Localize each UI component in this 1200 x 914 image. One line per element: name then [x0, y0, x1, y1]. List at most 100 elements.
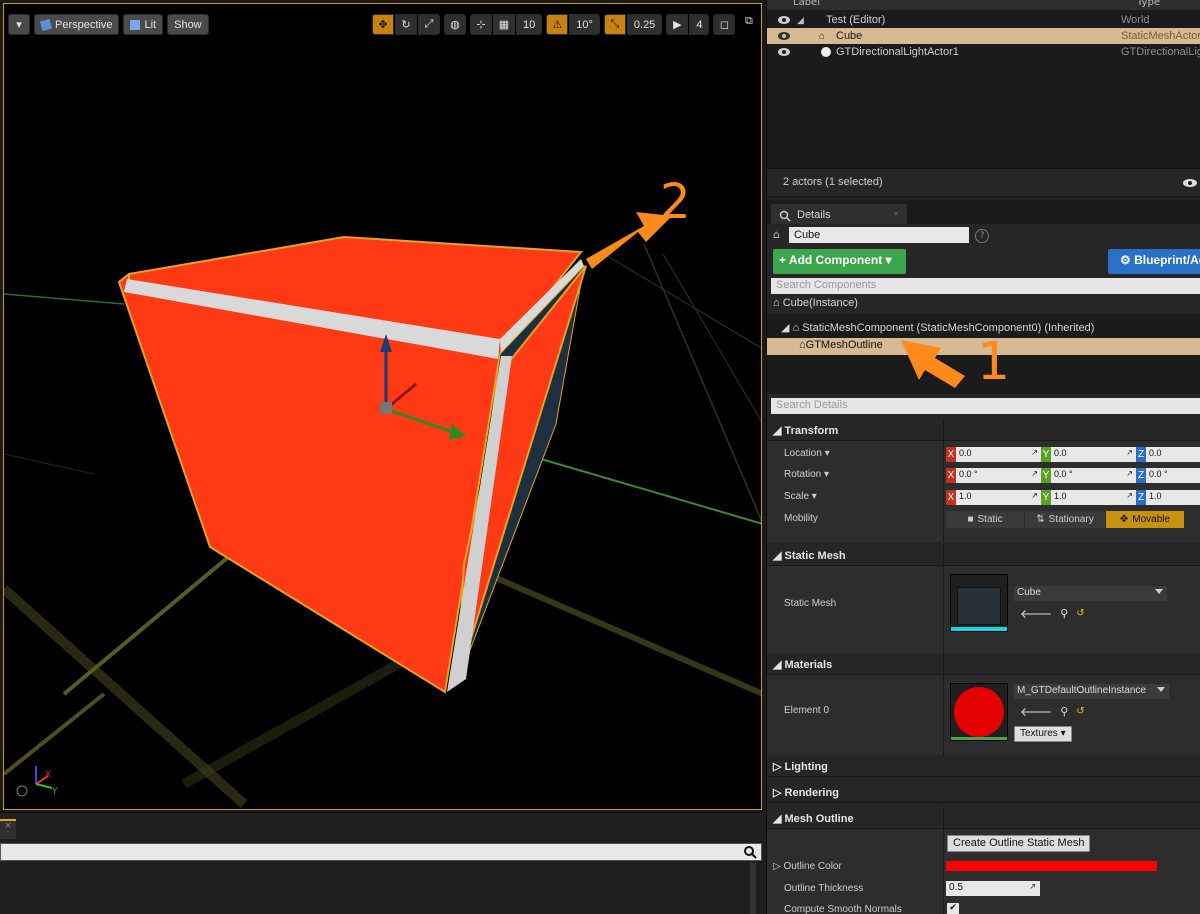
- eye-icon[interactable]: [777, 15, 791, 25]
- category-lighting[interactable]: ▷ Lighting: [767, 755, 1200, 777]
- grid-snap-icon[interactable]: ▦: [493, 14, 515, 35]
- annotation-arrow-1: [901, 340, 965, 388]
- add-component-button[interactable]: + Add Component ▾: [773, 249, 906, 274]
- category-static-mesh[interactable]: ◢ Static Mesh: [767, 544, 1200, 566]
- column-divider: [943, 419, 944, 542]
- chevron-down-icon: [1155, 589, 1163, 594]
- reset-to-default-icon[interactable]: ↺: [1076, 706, 1084, 717]
- component-root-instance[interactable]: ⌂ Cube(Instance): [767, 296, 1200, 313]
- create-outline-static-mesh-button[interactable]: Create Outline Static Mesh: [947, 835, 1091, 852]
- search-components-input[interactable]: Search Components: [771, 278, 1200, 294]
- annotation-number-1: 1: [977, 332, 1011, 392]
- browse-magnifier-icon[interactable]: ⚲: [1060, 705, 1068, 718]
- eye-icon[interactable]: [777, 47, 791, 57]
- details-tab[interactable]: Details ×: [771, 204, 907, 224]
- axis-indicator: X Y: [16, 766, 58, 797]
- scale-z-field[interactable]: Z 1.0: [1136, 490, 1200, 505]
- camera-speed-value[interactable]: 4: [689, 14, 710, 35]
- help-icon[interactable]: ?: [975, 229, 989, 243]
- rotation-label[interactable]: Rotation ▾: [784, 469, 829, 480]
- outline-color-swatch[interactable]: [946, 861, 1157, 871]
- spin-arrow-icon[interactable]: ↗: [1029, 882, 1036, 891]
- search-icon[interactable]: [743, 845, 757, 859]
- scale-y-field[interactable]: Y 1.0 ↗: [1041, 490, 1136, 505]
- mobility-stationary-button[interactable]: ⇅ Stationary: [1025, 511, 1105, 528]
- show-button[interactable]: Show: [167, 14, 209, 35]
- world-expand-icon[interactable]: ◢: [797, 15, 804, 26]
- outliner-row-cube[interactable]: ⌂ Cube StaticMeshActor: [767, 28, 1200, 44]
- category-mesh-outline[interactable]: ◢ Mesh Outline: [767, 807, 1200, 829]
- camera-speed-icon[interactable]: ▶: [666, 14, 689, 35]
- cube-mesh[interactable]: [117, 235, 587, 694]
- outliner-row-world[interactable]: ◢ Test (Editor) World: [767, 12, 1200, 28]
- scale-label[interactable]: Scale ▾: [784, 491, 817, 502]
- static-mesh-thumbnail[interactable]: [950, 574, 1008, 632]
- location-z-field[interactable]: Z 0.0: [1136, 447, 1200, 462]
- element-0-label: Element 0: [784, 705, 830, 716]
- location-x-field[interactable]: X 0.0 ↗: [946, 447, 1041, 462]
- blueprint-add-script-button[interactable]: ⚙ Blueprint/Add Script: [1108, 249, 1200, 274]
- use-selected-arrow-icon[interactable]: 🡐: [1020, 606, 1052, 621]
- rotation-snap-value[interactable]: 10°: [569, 14, 600, 35]
- actor-icon: ⌂: [773, 228, 780, 241]
- rotate-mode-icon[interactable]: ↻: [395, 14, 417, 35]
- mobility-static-button[interactable]: ■ Static: [946, 511, 1024, 528]
- asset-type-bar: [951, 627, 1007, 631]
- material-thumbnail[interactable]: [950, 683, 1008, 741]
- rotation-y-field[interactable]: Y 0.0 ° ↗: [1041, 468, 1136, 483]
- level-viewport[interactable]: X Y 2 ▾ Perspective Lit Show ✥ ↻ ⤢ ◍ ⊹ ▦…: [0, 0, 766, 812]
- blueprint-gear-icon: ⚙: [1120, 253, 1135, 267]
- scale-mode-icon[interactable]: ⤢: [418, 14, 440, 35]
- view-options-eye-icon[interactable]: [1179, 176, 1200, 190]
- material-dropdown[interactable]: M_GTDefaultOutlineInstance: [1014, 684, 1169, 699]
- location-y-field[interactable]: Y 0.0 ↗: [1041, 447, 1136, 462]
- world-outliner: Label Type ◢ Test (Editor) World ⌂ Cube …: [767, 0, 1200, 198]
- use-selected-arrow-icon[interactable]: 🡐: [1020, 704, 1052, 719]
- location-label[interactable]: Location ▾: [784, 448, 830, 459]
- translate-mode-icon[interactable]: ✥: [372, 14, 394, 35]
- eye-icon[interactable]: [777, 31, 791, 41]
- viewport-options-button[interactable]: ▾: [8, 14, 30, 35]
- world-local-icon[interactable]: ◍: [444, 14, 466, 35]
- outliner-row-light[interactable]: GTDirectionalLightActor1 GTDirectionalLi…: [767, 44, 1200, 60]
- rotation-z-field[interactable]: Z 0.0 °: [1136, 468, 1200, 483]
- restore-viewport-icon[interactable]: ⧉: [745, 14, 753, 28]
- bottom-panel-tab[interactable]: ×: [0, 819, 16, 839]
- category-transform[interactable]: ◢ Transform: [767, 419, 1200, 441]
- rotation-snap-icon[interactable]: ⚠: [546, 14, 569, 35]
- bottom-search-input[interactable]: [0, 843, 762, 861]
- view-mode-button[interactable]: Lit: [123, 14, 164, 35]
- outline-color-label[interactable]: ▷ Outline Color: [773, 861, 842, 872]
- browse-magnifier-icon[interactable]: ⚲: [1060, 607, 1068, 620]
- category-materials[interactable]: ◢ Materials: [767, 653, 1200, 675]
- column-header-type[interactable]: Type: [1137, 0, 1160, 8]
- scale-x-field[interactable]: X 1.0 ↗: [946, 490, 1041, 505]
- expand-arrow-icon: ▷: [773, 761, 785, 773]
- reset-to-default-icon[interactable]: ↺: [1076, 608, 1084, 619]
- close-tab-icon[interactable]: ×: [893, 209, 899, 220]
- compute-smooth-normals-checkbox[interactable]: ✔: [947, 903, 959, 914]
- scale-snap-value[interactable]: 0.25: [626, 14, 663, 35]
- mobility-movable-button[interactable]: ✥ Movable: [1106, 511, 1184, 528]
- actor-count: 2 actors (1 selected): [783, 176, 883, 188]
- column-header-label[interactable]: Label: [793, 0, 820, 8]
- static-icon: ■: [967, 514, 974, 525]
- grid-snap-value[interactable]: 10: [516, 14, 543, 35]
- textures-dropdown[interactable]: Textures ▾: [1014, 726, 1072, 742]
- actor-name-field[interactable]: [789, 227, 969, 243]
- viewport-canvas[interactable]: X Y 2 ▾ Perspective Lit Show ✥ ↻ ⤢ ◍ ⊹ ▦…: [3, 3, 762, 810]
- scale-snap-icon[interactable]: ⤡: [603, 14, 626, 35]
- grid-snap-group: ⊹ ▦ 10: [470, 14, 543, 35]
- category-rendering[interactable]: ▷ Rendering: [767, 781, 1200, 803]
- chevron-down-icon: [1157, 687, 1165, 692]
- outline-thickness-field[interactable]: 0.5 ↗: [946, 881, 1040, 896]
- right-panel: Label Type ◢ Test (Editor) World ⌂ Cube …: [766, 0, 1200, 914]
- maximize-viewport-icon[interactable]: ◻: [713, 14, 736, 35]
- surface-snap-icon[interactable]: ⊹: [470, 14, 492, 35]
- stationary-icon: ⇅: [1036, 514, 1045, 525]
- bottom-panel-scrollbar[interactable]: [750, 863, 756, 914]
- rotation-x-field[interactable]: X 0.0 ° ↗: [946, 468, 1041, 483]
- search-details-input[interactable]: Search Details: [771, 398, 1200, 414]
- static-mesh-dropdown[interactable]: Cube: [1014, 586, 1167, 601]
- perspective-button[interactable]: Perspective: [34, 14, 120, 35]
